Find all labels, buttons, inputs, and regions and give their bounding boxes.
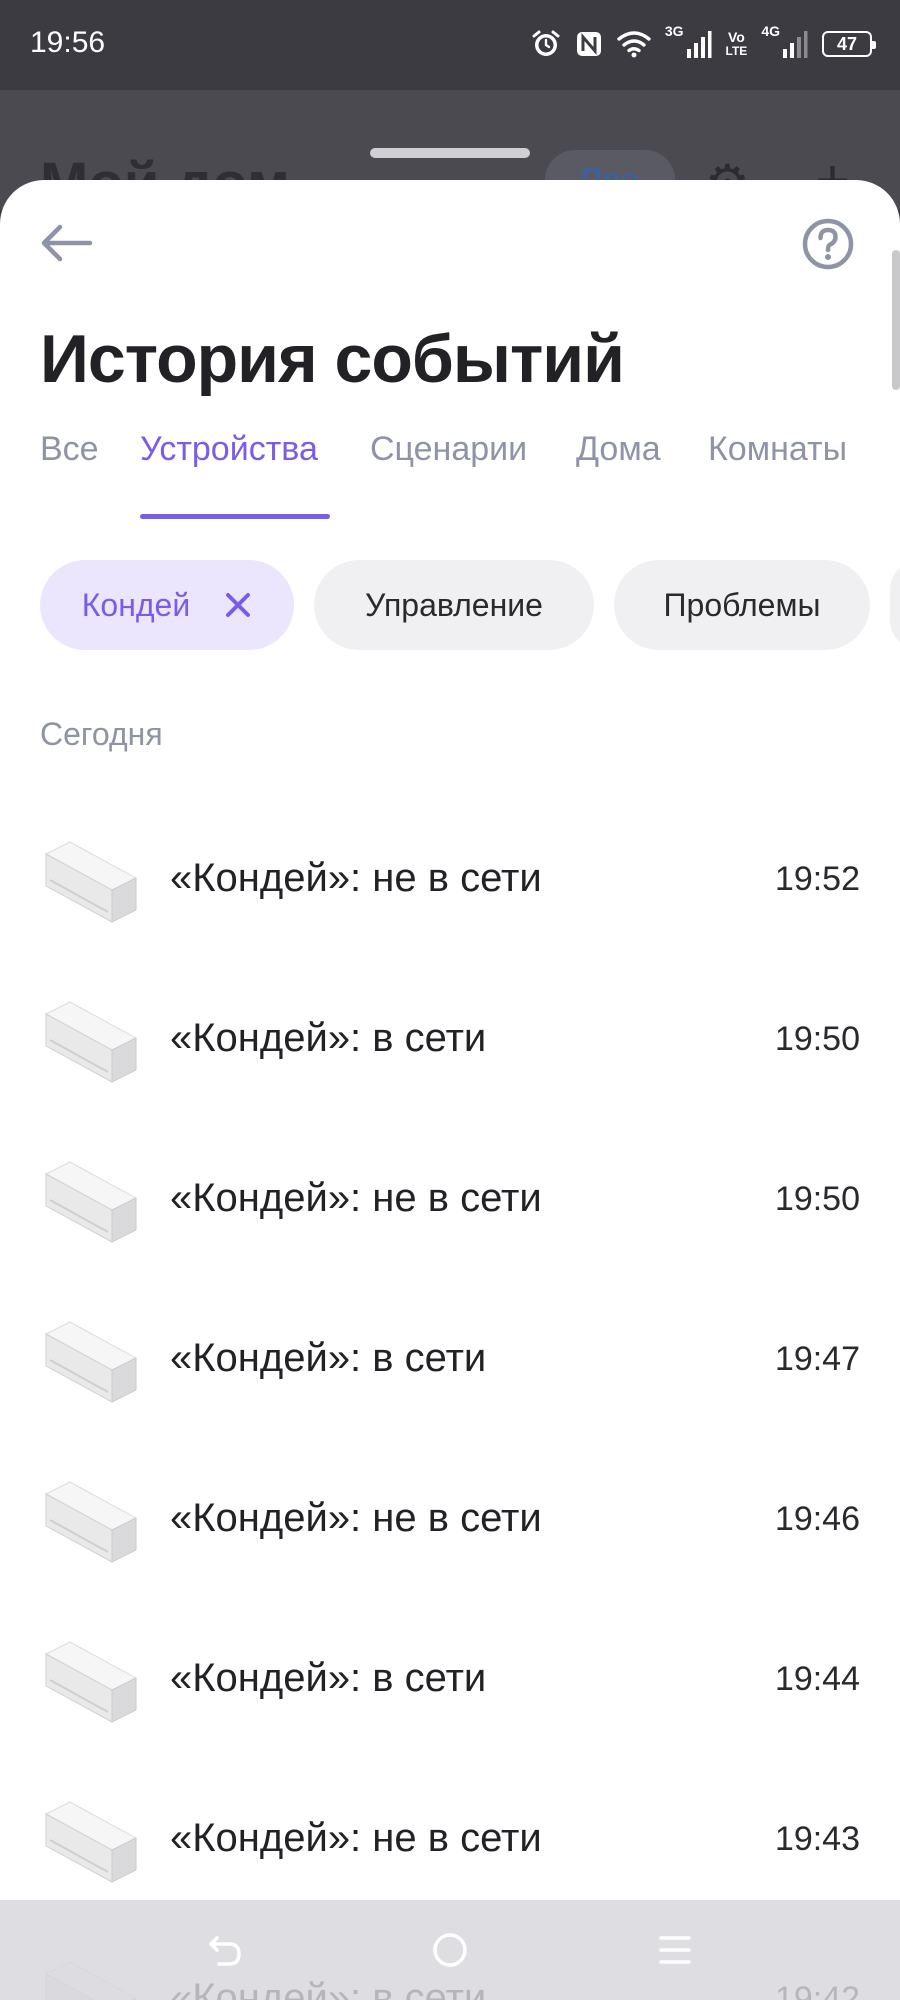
active-tab-indicator [140, 514, 330, 519]
filter-chip-label: Кондей [81, 586, 191, 623]
scrollbar[interactable] [892, 250, 900, 390]
event-text: «Кондей»: не в сети [170, 1176, 542, 1220]
event-time: 19:50 [774, 1180, 860, 1218]
filter-chip-problems[interactable]: Проблемы [614, 560, 870, 650]
nfc-icon [575, 24, 603, 64]
air-conditioner-icon [40, 1480, 140, 1564]
event-row[interactable]: «Кондей»: не в сети 19:52 [0, 800, 900, 960]
air-conditioner-icon [40, 1160, 140, 1244]
page-title: История событий [40, 321, 625, 397]
tab-devices[interactable]: Устройства [140, 430, 318, 510]
event-row[interactable]: «Кондей»: не в сети 19:50 [0, 1120, 900, 1280]
signal-4g-icon: 4G [761, 24, 808, 64]
question-circle-icon [802, 218, 854, 270]
event-text: «Кондей»: не в сети [170, 856, 542, 900]
event-text: «Кондей»: не в сети [170, 1496, 542, 1540]
net-type-label: 3G [664, 23, 684, 39]
sheet-drag-handle[interactable] [370, 148, 530, 158]
air-conditioner-icon [40, 1000, 140, 1084]
back-button[interactable] [36, 218, 96, 268]
alarm-icon [531, 24, 561, 64]
close-icon[interactable] [224, 591, 252, 619]
event-time: 19:46 [774, 1500, 860, 1538]
battery-icon: 47 [822, 24, 876, 64]
event-time: 19:44 [774, 1660, 860, 1698]
event-text: «Кондей»: в сети [170, 1336, 487, 1380]
event-row[interactable]: «Кондей»: в сети 19:50 [0, 960, 900, 1120]
filter-chip-label: Проблемы [663, 586, 821, 623]
tab-bar: Все Устройства Сценарии Дома Комнаты [0, 430, 900, 510]
back-nav-icon[interactable] [197, 1922, 253, 1978]
tab-all[interactable]: Все [40, 430, 99, 510]
tab-rooms[interactable]: Комнаты [708, 430, 847, 510]
air-conditioner-icon [40, 1640, 140, 1724]
event-time: 19:50 [774, 1020, 860, 1058]
arrow-left-icon [41, 224, 93, 262]
air-conditioner-icon [40, 840, 140, 924]
event-history-sheet: История событий Все Устройства Сценарии … [0, 180, 900, 2000]
filter-chip-control[interactable]: Управление [314, 560, 594, 650]
event-text: «Кондей»: в сети [170, 1656, 487, 1700]
battery-level: 47 [822, 31, 876, 57]
help-button[interactable] [800, 216, 856, 272]
signal-3g-icon: 3G [665, 24, 712, 64]
event-text: «Кондей»: в сети [170, 1016, 487, 1060]
status-bar: 19:56 3G Vo LTE 4G 47 [0, 0, 900, 90]
air-conditioner-icon [40, 1320, 140, 1404]
status-icons: 3G Vo LTE 4G 47 [531, 24, 876, 64]
volte-top-label: Vo [727, 29, 745, 45]
tab-scenarios[interactable]: Сценарии [370, 430, 527, 510]
status-time: 19:56 [30, 26, 106, 59]
volte-icon: Vo LTE [726, 24, 748, 64]
event-time: 19:43 [774, 1820, 860, 1858]
event-row[interactable]: «Кондей»: не в сети 19:46 [0, 1440, 900, 1600]
filter-chip-label: Управление [365, 586, 543, 623]
filter-chips: Кондей Управление Проблемы [0, 560, 900, 652]
event-text: «Кондей»: не в сети [170, 1816, 542, 1860]
air-conditioner-icon [40, 1800, 140, 1884]
filter-chip-more[interactable] [890, 560, 900, 650]
event-time: 19:47 [774, 1340, 860, 1378]
volte-bottom-label: LTE [725, 44, 748, 58]
section-header-today: Сегодня [40, 716, 163, 752]
wifi-icon [617, 24, 651, 64]
event-row[interactable]: «Кондей»: не в сети 19:43 [0, 1760, 900, 1920]
event-row[interactable]: «Кондей»: в сети 19:47 [0, 1280, 900, 1440]
system-navigation-bar [0, 1900, 900, 2000]
event-row[interactable]: «Кондей»: в сети 19:44 [0, 1600, 900, 1760]
tab-homes[interactable]: Дома [576, 430, 661, 510]
recents-nav-icon[interactable] [647, 1922, 703, 1978]
event-time: 19:52 [774, 860, 860, 898]
net-type-label: 4G [761, 23, 780, 39]
filter-chip-device[interactable]: Кондей [40, 560, 294, 650]
home-nav-icon[interactable] [422, 1922, 478, 1978]
